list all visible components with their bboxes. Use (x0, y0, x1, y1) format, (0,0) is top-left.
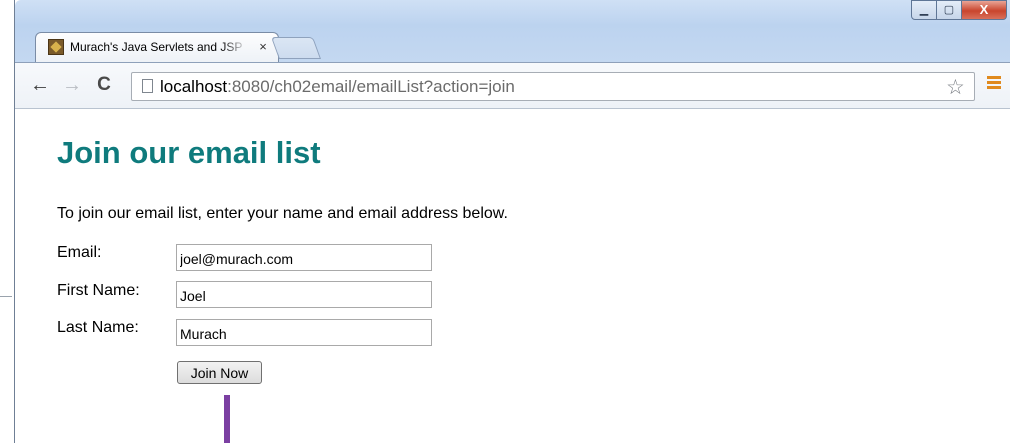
email-label: Email: (57, 244, 102, 261)
url-path: :8080/ch02email/emailList?action=join (227, 77, 515, 96)
last-name-label: Last Name: (57, 319, 139, 336)
first-name-field[interactable] (176, 281, 432, 308)
reload-icon[interactable]: C (93, 74, 115, 96)
close-tab-icon[interactable]: × (256, 39, 270, 55)
url-host: localhost (160, 77, 228, 96)
page-title: Join our email list (57, 135, 321, 170)
bookmark-star-icon[interactable]: ☆ (946, 75, 965, 100)
background-divider (0, 296, 12, 297)
page-content: Join our email list To join our email li… (15, 109, 1010, 443)
window-frame: Murach's Java Servlets and JSP × ▁ ▢ X (15, 0, 1010, 63)
forward-arrow-icon[interactable]: → (61, 74, 83, 96)
browser-toolbar: ← → C localhost:8080/ch02email/emailList… (15, 62, 1010, 109)
email-field[interactable] (176, 244, 432, 271)
browser-tab[interactable]: Murach's Java Servlets and JSP × (35, 32, 279, 62)
new-tab-button[interactable] (270, 37, 322, 59)
murach-logo-icon (48, 39, 64, 55)
browser-window: Murach's Java Servlets and JSP × ▁ ▢ X ←… (14, 0, 1010, 443)
window-controls: ▁ ▢ X (911, 0, 1007, 21)
page-icon (142, 79, 153, 93)
maximize-button[interactable]: ▢ (937, 0, 962, 20)
last-name-field[interactable] (176, 319, 432, 346)
join-now-button[interactable]: Join Now (177, 361, 262, 384)
address-bar[interactable]: localhost:8080/ch02email/emailList?actio… (131, 72, 975, 101)
menu-icon[interactable] (987, 76, 1001, 94)
close-window-button[interactable]: X (962, 0, 1007, 20)
address-url[interactable]: localhost:8080/ch02email/emailList?actio… (160, 77, 515, 97)
intro-text: To join our email list, enter your name … (57, 205, 508, 222)
first-name-label: First Name: (57, 282, 140, 299)
background-page-edge (0, 0, 14, 443)
back-arrow-icon[interactable]: ← (29, 74, 51, 96)
annotation-line (224, 395, 230, 443)
tab-title: Murach's Java Servlets and JSP (70, 40, 243, 54)
minimize-button[interactable]: ▁ (911, 0, 937, 20)
